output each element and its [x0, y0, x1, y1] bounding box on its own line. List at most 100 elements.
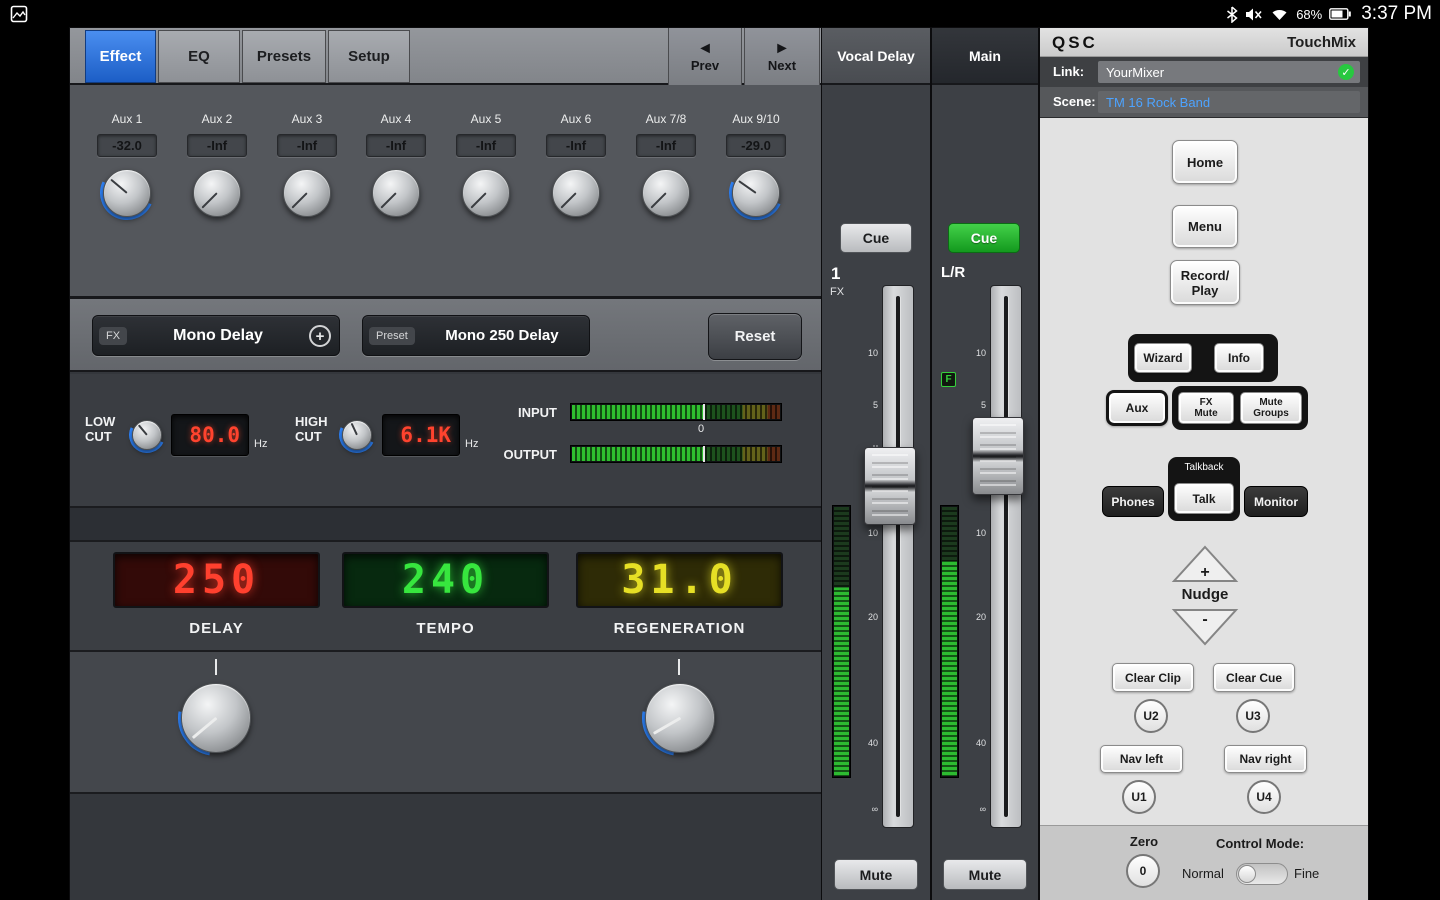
reset-button[interactable]: Reset — [708, 313, 802, 360]
aux-2-value: -Inf — [187, 134, 247, 157]
nav-right-button[interactable]: Nav right — [1224, 745, 1307, 773]
aux-4-value: -Inf — [366, 134, 426, 157]
fx-mute-button[interactable]: Mute — [834, 859, 918, 890]
fx-type-selector[interactable]: FX Mono Delay + — [92, 315, 340, 356]
main-cue-button[interactable]: Cue — [948, 223, 1020, 253]
fx-knobs-section — [70, 650, 822, 792]
link-field[interactable]: YourMixer ✓ — [1098, 61, 1360, 83]
aux-1-value: -32.0 — [97, 134, 157, 157]
fx-fader-handle[interactable] — [864, 447, 916, 525]
delay-knob[interactable] — [178, 680, 254, 756]
aux-send-9-10: Aux 9/10 -29.0 — [711, 112, 801, 220]
input-meter — [570, 403, 782, 421]
zero-button[interactable]: 0 — [1126, 854, 1160, 888]
nudge-up-button[interactable]: + — [1171, 545, 1239, 583]
main-fader-track[interactable] — [990, 285, 1022, 828]
low-cut-unit: Hz — [254, 438, 267, 450]
fader-scale-mark: 5 — [856, 400, 878, 410]
low-cut-knob[interactable] — [129, 417, 165, 453]
user-button-u2[interactable]: U2 — [1134, 699, 1168, 733]
info-button[interactable]: Info — [1214, 343, 1264, 373]
aux-4-knob[interactable] — [369, 166, 423, 220]
phones-button[interactable]: Phones — [1102, 486, 1164, 517]
scene-field[interactable]: TM 16 Rock Band — [1098, 91, 1360, 113]
aux-6-knob[interactable] — [549, 166, 603, 220]
aux-7-8-knob[interactable] — [639, 166, 693, 220]
wifi-icon — [1270, 7, 1289, 21]
aux-3-knob[interactable] — [280, 166, 334, 220]
menu-button[interactable]: Menu — [1172, 205, 1238, 248]
low-cut-value: 80.0 — [171, 414, 249, 456]
aux-9-10-knob[interactable] — [729, 166, 783, 220]
fader-scale-mark: 10 — [856, 348, 878, 358]
fx-channel-number: 1 — [831, 264, 840, 284]
clear-clip-button[interactable]: Clear Clip — [1112, 663, 1194, 692]
aux-button[interactable]: Aux — [1106, 390, 1168, 426]
high-cut-value: 6.1K — [382, 414, 460, 456]
fx-mute-button[interactable]: FX Mute — [1178, 392, 1234, 424]
fx-type-name: Mono Delay — [127, 327, 309, 345]
tab-effect[interactable]: Effect — [85, 30, 156, 83]
brand-bar: QSC TouchMix — [1040, 28, 1368, 57]
battery-icon — [1329, 8, 1351, 20]
fader-scale-mark: 40 — [856, 738, 878, 748]
next-button[interactable]: ► Next — [744, 28, 820, 85]
main-fader-handle[interactable] — [972, 417, 1024, 495]
clock: 3:37 PM — [1361, 3, 1432, 25]
fader-scale-mark: 5 — [964, 400, 986, 410]
main-channel-meter — [940, 505, 959, 778]
regeneration-knob[interactable] — [642, 680, 718, 756]
tab-eq[interactable]: EQ — [158, 30, 240, 83]
record-play-button[interactable]: Record/ Play — [1170, 260, 1240, 305]
control-mode-toggle[interactable] — [1236, 863, 1288, 885]
aux-send-7-8: Aux 7/8 -Inf — [621, 112, 711, 220]
status-bar: 68% 3:37 PM — [0, 0, 1440, 28]
aux-3-value: -Inf — [277, 134, 337, 157]
aux-5-value: -Inf — [456, 134, 516, 157]
talk-button[interactable]: Talk — [1174, 483, 1234, 514]
zero-label: Zero — [1126, 834, 1162, 849]
output-meter-label: OUTPUT — [477, 447, 557, 462]
svg-text:+: + — [1200, 564, 1209, 581]
regeneration-display-label: REGENERATION — [576, 620, 783, 637]
user-button-u4[interactable]: U4 — [1247, 780, 1281, 814]
fader-scale-mark: ∞ — [964, 804, 986, 814]
tab-presets[interactable]: Presets — [242, 30, 326, 83]
main-channel-strip: Main Cue L/R F 10 5 u 5 10 20 40 ∞ Mute — [932, 28, 1038, 900]
clear-cue-button[interactable]: Clear Cue — [1213, 663, 1295, 692]
fx-channel-tag: FX — [830, 286, 844, 298]
meter-zero-tick — [703, 446, 705, 462]
link-label: Link: — [1053, 64, 1084, 79]
aux-5-knob[interactable] — [459, 166, 513, 220]
fx-add-icon[interactable]: + — [309, 325, 331, 347]
output-meter — [570, 445, 782, 463]
mute-groups-button[interactable]: Mute Groups — [1240, 392, 1302, 424]
fader-scale-mark: 10 — [856, 528, 878, 538]
low-cut-label: LOW CUT — [85, 414, 133, 444]
prev-button[interactable]: ◄ Prev — [668, 28, 742, 85]
aux-9-10-value: -29.0 — [726, 134, 786, 157]
user-button-u3[interactable]: U3 — [1236, 699, 1270, 733]
mode-fine-label: Fine — [1294, 866, 1319, 881]
fx-cue-button[interactable]: Cue — [840, 223, 912, 253]
aux-send-1: Aux 1 -32.0 — [82, 112, 172, 220]
aux-2-knob[interactable] — [190, 166, 244, 220]
main-mute-button[interactable]: Mute — [943, 859, 1027, 890]
home-button[interactable]: Home — [1172, 140, 1238, 184]
effect-panel: Effect EQ Presets Setup ◄ Prev ► Next FX… — [70, 28, 822, 900]
fx-fader-track[interactable] — [882, 285, 914, 828]
screenshot-notification-icon — [10, 5, 28, 23]
fader-scale-mark: 10 — [964, 348, 986, 358]
monitor-button[interactable]: Monitor — [1244, 486, 1308, 517]
aux-1-knob[interactable] — [100, 166, 154, 220]
user-button-u1[interactable]: U1 — [1122, 780, 1156, 814]
nudge-down-button[interactable]: - — [1171, 608, 1239, 646]
fader-scale-mark: 20 — [856, 612, 878, 622]
fader-scale-mark: 20 — [964, 612, 986, 622]
tab-setup[interactable]: Setup — [328, 30, 410, 83]
link-ok-icon: ✓ — [1338, 64, 1354, 80]
fx-preset-selector[interactable]: Preset Mono 250 Delay — [362, 315, 590, 356]
high-cut-knob[interactable] — [339, 417, 375, 453]
wizard-button[interactable]: Wizard — [1134, 343, 1192, 373]
nav-left-button[interactable]: Nav left — [1100, 745, 1183, 773]
